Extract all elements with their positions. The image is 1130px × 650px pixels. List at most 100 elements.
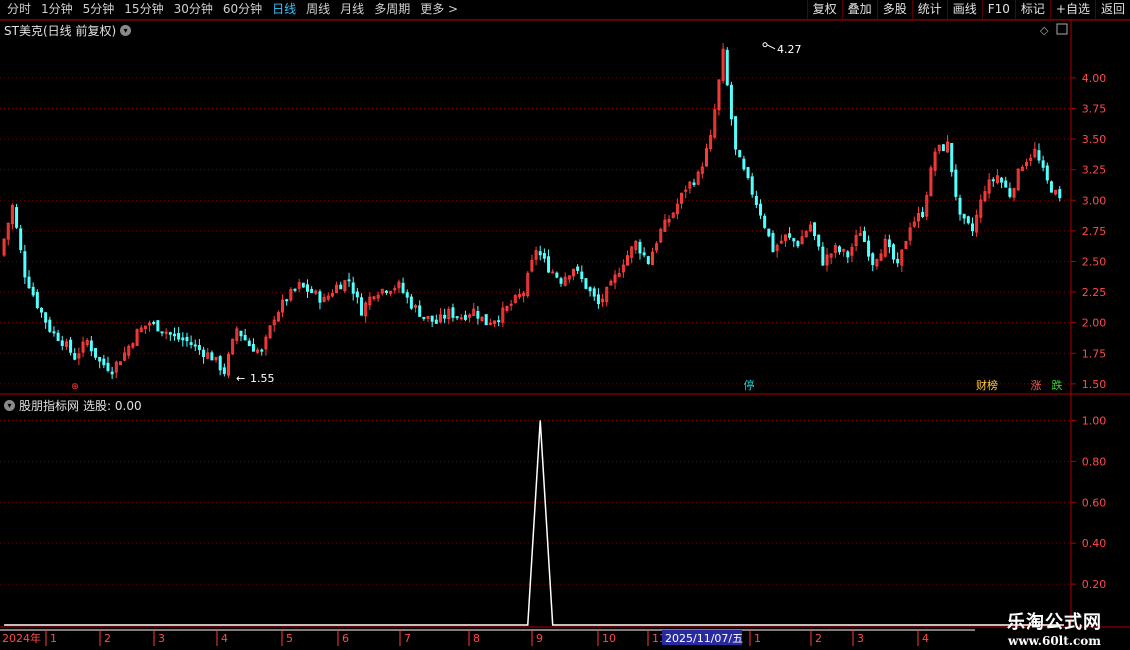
candle-body	[476, 311, 480, 319]
xaxis-year-label: 2024年	[2, 631, 41, 645]
candle-body	[788, 233, 792, 238]
low-price-label: 1.55	[250, 372, 275, 385]
main-ytick-label: 2.00	[1082, 317, 1107, 330]
price-chart[interactable]: 4.00 3.75 3.50 3.25 3.00 2.75 2.50 2.25 2.00 1.75…	[0, 0, 1130, 650]
main-ytick-label: 1.50	[1082, 378, 1107, 391]
candle-body	[210, 352, 214, 361]
candle-body	[584, 278, 588, 289]
watermark-title: 乐淘公式网	[1007, 612, 1102, 633]
candle-body	[44, 312, 48, 323]
event-marker: 财榜	[976, 378, 998, 392]
candle-body	[729, 84, 733, 120]
xaxis-month-label: 1	[754, 632, 761, 645]
candle-body	[684, 189, 688, 192]
candle-body	[892, 244, 896, 260]
candle-body	[576, 266, 580, 271]
candle-body	[351, 282, 355, 294]
candle-body	[243, 334, 247, 341]
candle-body	[763, 215, 767, 228]
candle-body	[1049, 181, 1053, 193]
xaxis-month-label: 2	[104, 632, 111, 645]
candle-body	[422, 316, 426, 319]
candle-body	[759, 203, 763, 216]
main-ytick-label: 3.75	[1082, 102, 1107, 115]
candle-body	[355, 291, 359, 298]
candle-body	[360, 297, 364, 316]
indicator-ytick-label: 0.80	[1082, 455, 1107, 468]
high-marker	[762, 42, 768, 48]
candle-body	[559, 278, 563, 284]
candle-body	[31, 286, 35, 296]
candle-body	[260, 349, 264, 352]
candle-body	[181, 337, 185, 341]
candle-body	[56, 332, 60, 342]
candle-body	[509, 303, 513, 306]
xaxis-month-label: 6	[342, 632, 349, 645]
xaxis-month-label: 2	[815, 632, 822, 645]
candle-body	[921, 211, 925, 218]
xaxis-month-label: 10	[602, 632, 616, 645]
indicator-ytick-label: 0.40	[1082, 537, 1107, 550]
event-marker: 涨	[1031, 379, 1042, 392]
xaxis-month-label: 3	[857, 632, 864, 645]
main-ytick-label: 3.25	[1082, 164, 1107, 177]
xaxis-month-label: 1	[50, 632, 57, 645]
candle-body	[542, 253, 546, 259]
candle-body	[817, 234, 821, 247]
main-ytick-label: 4.00	[1082, 72, 1107, 85]
candle-body	[538, 251, 542, 256]
candle-body	[596, 294, 600, 305]
main-ytick-label: 3.00	[1082, 194, 1107, 207]
candle-body	[23, 251, 27, 278]
xaxis-month-label: 4	[922, 632, 929, 645]
candle-body	[409, 296, 413, 309]
candle-body	[991, 179, 995, 182]
main-ytick-label: 2.75	[1082, 225, 1107, 238]
cursor-date-label: 2025/11/07/五	[665, 632, 743, 645]
candle-body	[796, 241, 800, 247]
candle-body	[218, 356, 222, 371]
candle-body	[160, 331, 164, 334]
candle-body	[555, 272, 559, 278]
candle-body	[692, 182, 696, 186]
candle-body	[792, 238, 796, 242]
candle-body	[484, 314, 488, 326]
candle-body	[551, 271, 555, 274]
candle-body	[19, 228, 23, 251]
window-icon	[1056, 23, 1068, 35]
dividend-marker: ⊕	[71, 382, 79, 392]
candle-body	[725, 49, 729, 86]
candle-body	[60, 340, 64, 346]
candle-body	[887, 239, 891, 248]
candle-body	[177, 332, 181, 340]
candle-body	[69, 339, 73, 353]
main-ytick-label: 2.50	[1082, 255, 1107, 268]
candle-body	[27, 276, 31, 289]
candle-body	[592, 288, 596, 297]
candle-body	[185, 336, 189, 342]
candle-body	[434, 319, 438, 324]
xaxis-month-label: 3	[158, 632, 165, 645]
candle-body	[846, 251, 850, 258]
watermark: 乐淘公式网 www.60lt.com	[1007, 608, 1102, 648]
candle-body	[642, 252, 646, 256]
candle-body	[285, 299, 289, 302]
candle-body	[954, 169, 958, 197]
candle-body	[152, 321, 156, 324]
candle-body	[750, 176, 754, 195]
event-marker: 跌	[1052, 378, 1063, 392]
candle-body	[110, 371, 114, 375]
candle-body	[821, 246, 825, 266]
candle-body	[401, 282, 405, 293]
watermark-url: www.60lt.com	[1008, 634, 1101, 648]
main-ytick-label: 1.75	[1082, 347, 1107, 360]
candle-body	[193, 344, 197, 347]
candle-body	[98, 356, 102, 362]
candle-body	[958, 197, 962, 215]
indicator-ytick-label: 1.00	[1082, 414, 1107, 427]
candle-body	[1004, 180, 1008, 188]
candle-body	[754, 195, 758, 205]
candle-body	[767, 228, 771, 237]
candle-body	[970, 223, 974, 232]
candle-body	[547, 256, 551, 273]
